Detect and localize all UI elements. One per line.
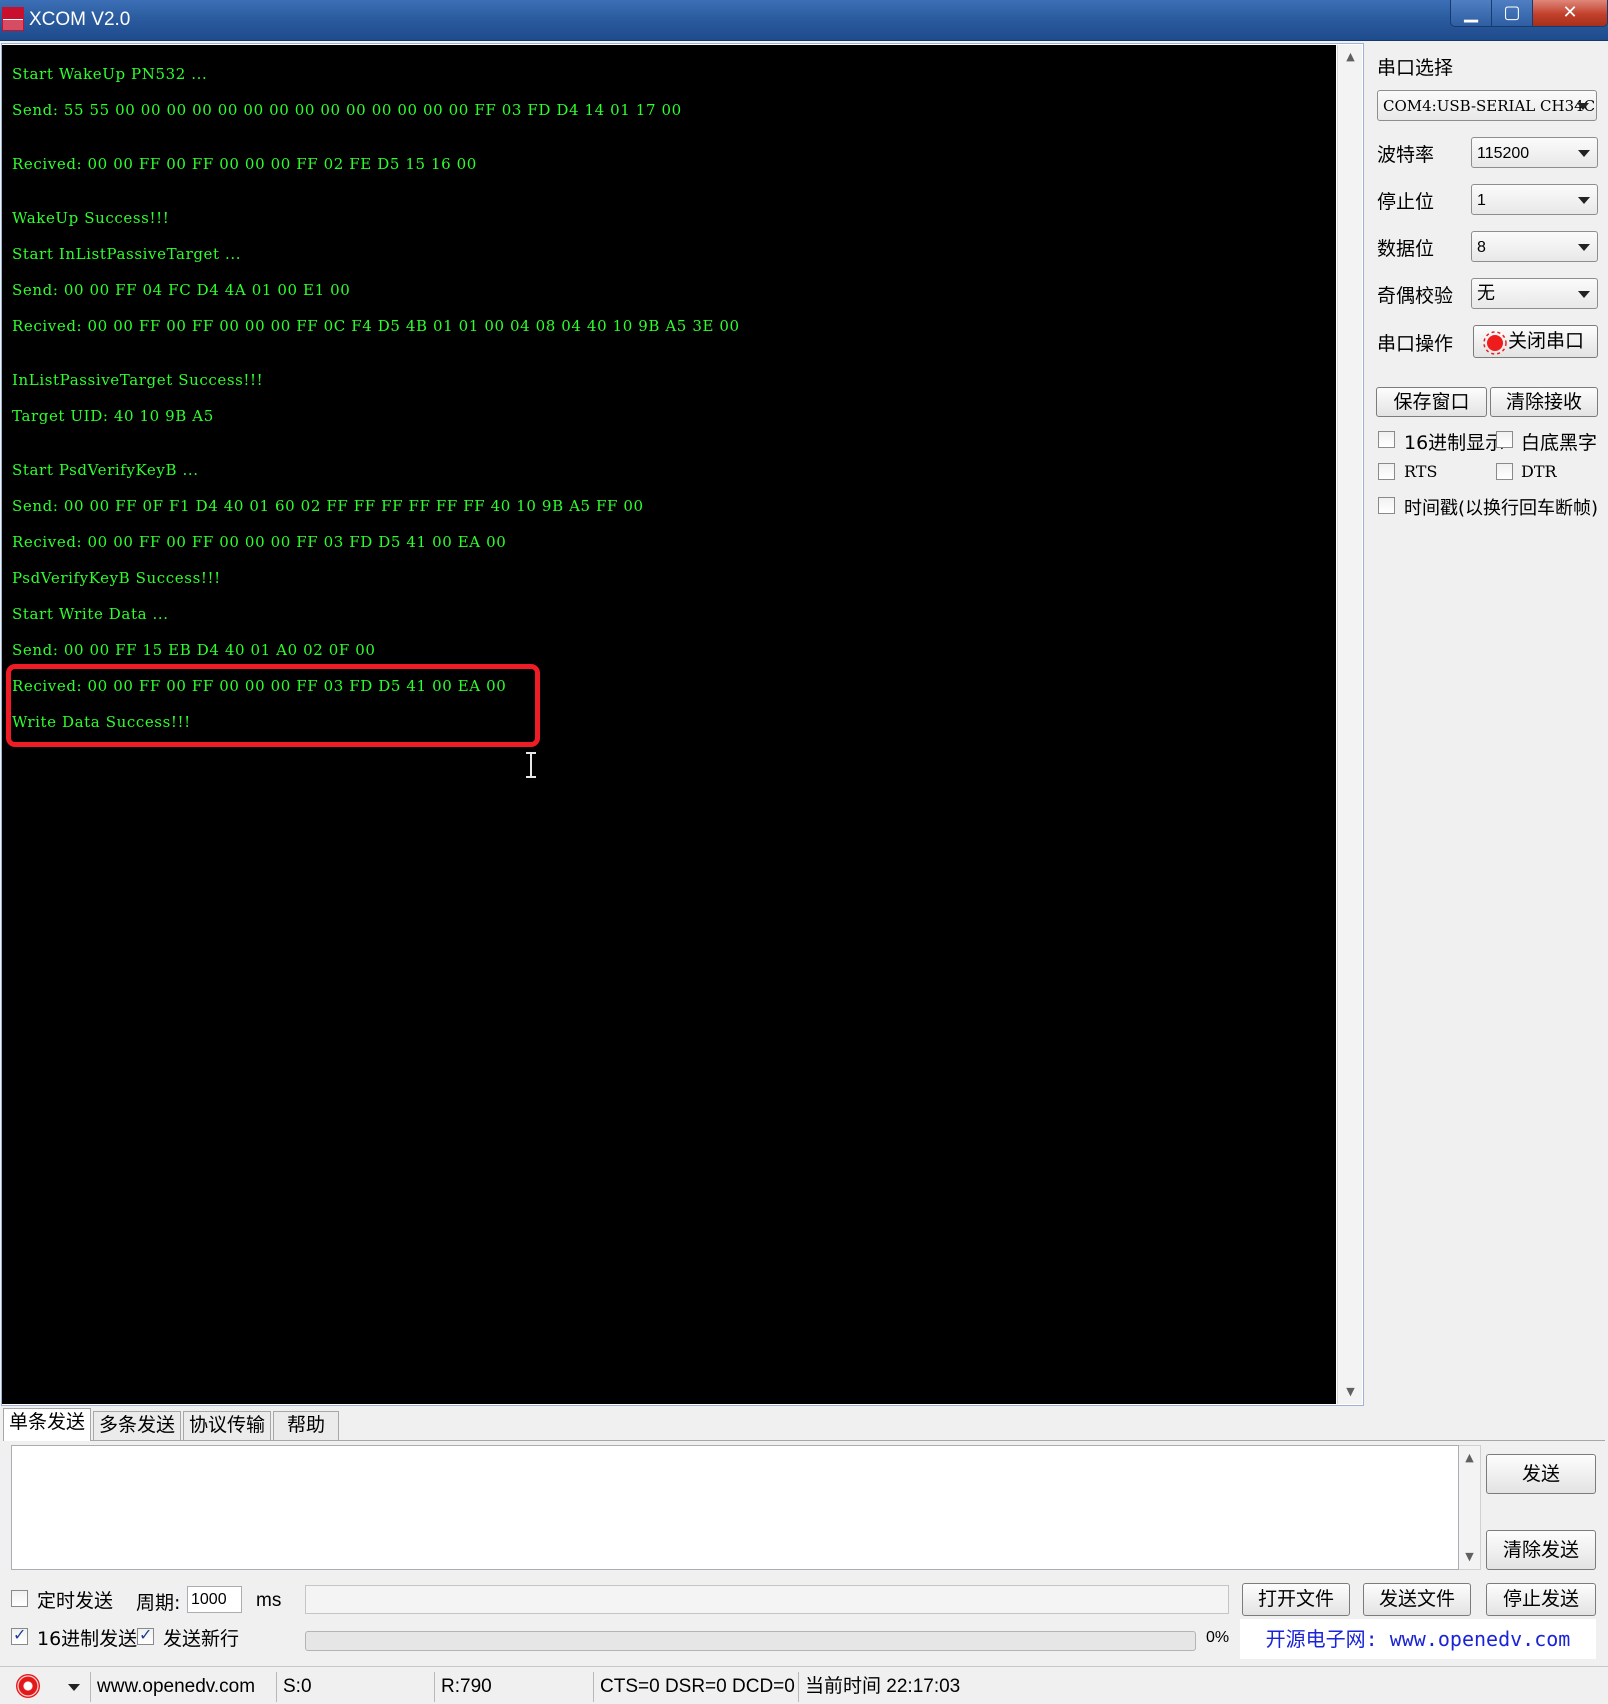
send-file-button[interactable]: 发送文件: [1363, 1583, 1471, 1616]
close-port-label: 关闭串口: [1508, 330, 1585, 352]
send-button[interactable]: 发送: [1486, 1454, 1596, 1494]
receive-line: Start PsdVerifyKeyB ...: [12, 461, 199, 479]
port-select-label: 串口选择: [1377, 57, 1454, 79]
clear-send-button[interactable]: 清除发送: [1486, 1530, 1596, 1570]
stopbits-label: 停止位: [1377, 191, 1435, 213]
hex-send-checkbox[interactable]: [11, 1625, 28, 1645]
scroll-up-icon[interactable]: ▲: [1338, 47, 1363, 67]
tab-multi-send[interactable]: 多条发送: [93, 1411, 181, 1440]
timestamp-label: 时间戳(以换行回车断帧): [1404, 498, 1599, 519]
send-newline-checkbox[interactable]: [137, 1625, 154, 1645]
white-bg-checkbox[interactable]: [1496, 431, 1513, 448]
window-title: XCOM V2.0: [29, 9, 131, 30]
file-path-field[interactable]: [305, 1585, 1229, 1614]
period-unit: ms: [256, 1590, 282, 1611]
white-bg-label: 白底黑字: [1521, 432, 1598, 454]
scroll-down-icon[interactable]: ▼: [1338, 1382, 1363, 1402]
parity-value: 无: [1477, 283, 1495, 303]
receive-line: InListPassiveTarget Success!!!: [12, 371, 264, 389]
receive-line: Start InListPassiveTarget ...: [12, 245, 242, 263]
minimize-button[interactable]: ▁: [1450, 0, 1492, 27]
timed-send-label: 定时发送: [37, 1590, 114, 1612]
baud-label: 波特率: [1377, 144, 1435, 166]
tab-protocol[interactable]: 协议传输: [183, 1411, 271, 1440]
receive-line: Send: 55 55 00 00 00 00 00 00 00 00 00 0…: [12, 101, 682, 119]
baud-select[interactable]: 115200: [1471, 137, 1598, 168]
databits-value: 8: [1477, 239, 1486, 256]
receive-line: PsdVerifyKeyB Success!!!: [12, 569, 221, 587]
port-status-icon: [1483, 331, 1507, 355]
hex-display-checkbox[interactable]: [1378, 431, 1395, 448]
text-cursor-icon: [526, 752, 536, 778]
title-bar: XCOM V2.0 ▁ ▢ ✕: [0, 0, 1608, 41]
scroll-up-icon[interactable]: ▲: [1459, 1448, 1480, 1468]
port-select[interactable]: COM4:USB-SERIAL CH34C: [1377, 90, 1597, 121]
timed-send-checkbox[interactable]: [11, 1590, 28, 1607]
parity-select[interactable]: 无: [1471, 278, 1598, 309]
receive-line: Send: 00 00 FF 04 FC D4 4A 01 00 E1 00: [12, 281, 351, 299]
databits-label: 数据位: [1377, 238, 1435, 260]
receive-line: Recived: 00 00 FF 00 FF 00 00 00 FF 0C F…: [12, 317, 740, 335]
send-text-input[interactable]: [11, 1445, 1459, 1570]
chevron-down-icon[interactable]: [68, 1684, 80, 1691]
stopbits-select[interactable]: 1: [1471, 184, 1598, 215]
receive-line: Send: 00 00 FF 15 EB D4 40 01 A0 02 0F 0…: [12, 641, 376, 659]
highlight-annotation-box: [6, 664, 540, 747]
status-signals: CTS=0 DSR=0 DCD=0: [593, 1672, 796, 1702]
chevron-down-icon: [1578, 150, 1590, 157]
status-sent-count: S:0: [276, 1672, 431, 1702]
chevron-down-icon: [1578, 291, 1590, 298]
save-window-button[interactable]: 保存窗口: [1376, 387, 1487, 417]
send-progress-bar: [305, 1631, 1196, 1651]
app-logo-icon: [2, 7, 24, 31]
tab-single-send[interactable]: 单条发送: [3, 1408, 91, 1441]
parity-label: 奇偶校验: [1377, 285, 1454, 307]
stop-send-button[interactable]: 停止发送: [1486, 1583, 1596, 1616]
dtr-label: DTR: [1521, 462, 1557, 481]
receive-line: Recived: 00 00 FF 00 FF 00 00 00 FF 02 F…: [12, 155, 477, 173]
send-scrollbar[interactable]: ▲ ▼: [1459, 1445, 1481, 1570]
receive-line: Recived: 00 00 FF 00 FF 00 00 00 FF 03 F…: [12, 533, 507, 551]
receive-line: Start Write Data ...: [12, 605, 169, 623]
dtr-checkbox[interactable]: [1496, 463, 1513, 480]
record-icon[interactable]: [16, 1674, 40, 1698]
baud-value: 115200: [1477, 145, 1530, 162]
port-select-value: COM4:USB-SERIAL CH34C: [1383, 97, 1596, 115]
hex-display-label: 16进制显示: [1404, 432, 1505, 454]
period-label: 周期:: [136, 1592, 181, 1614]
chevron-down-icon: [1577, 103, 1589, 110]
tab-help[interactable]: 帮助: [273, 1411, 339, 1440]
close-port-button[interactable]: 关闭串口: [1473, 325, 1598, 358]
promo-link[interactable]: 开源电子网: www.openedv.com: [1240, 1619, 1596, 1659]
chevron-down-icon: [1578, 197, 1590, 204]
status-time: 当前时间 22:17:03: [798, 1672, 1098, 1702]
receive-line: Target UID: 40 10 9B A5: [12, 407, 214, 425]
chevron-down-icon: [1578, 244, 1590, 251]
progress-percent: 0%: [1206, 1629, 1230, 1646]
receive-line: Send: 00 00 FF 0F F1 D4 40 01 60 02 FF F…: [12, 497, 644, 515]
maximize-button[interactable]: ▢: [1491, 0, 1533, 27]
databits-select[interactable]: 8: [1471, 231, 1598, 262]
rts-label: RTS: [1404, 462, 1438, 481]
receive-line: WakeUp Success!!!: [12, 209, 170, 227]
timestamp-checkbox[interactable]: [1378, 497, 1395, 514]
receive-line: Start WakeUp PN532 ...: [12, 65, 208, 83]
rts-checkbox[interactable]: [1378, 463, 1395, 480]
status-website[interactable]: www.openedv.com: [90, 1672, 273, 1702]
close-button[interactable]: ✕: [1532, 0, 1608, 27]
status-received-count: R:790: [434, 1672, 591, 1702]
open-file-button[interactable]: 打开文件: [1242, 1583, 1350, 1616]
clear-receive-button[interactable]: 清除接收: [1490, 387, 1598, 417]
period-input[interactable]: 1000: [187, 1586, 242, 1613]
send-newline-label: 发送新行: [163, 1628, 240, 1650]
receive-scrollbar[interactable]: ▲ ▼: [1337, 45, 1362, 1404]
hex-send-label: 16进制发送: [37, 1628, 138, 1650]
scroll-down-icon[interactable]: ▼: [1459, 1547, 1480, 1567]
stopbits-value: 1: [1477, 192, 1486, 209]
port-operation-label: 串口操作: [1377, 333, 1454, 355]
